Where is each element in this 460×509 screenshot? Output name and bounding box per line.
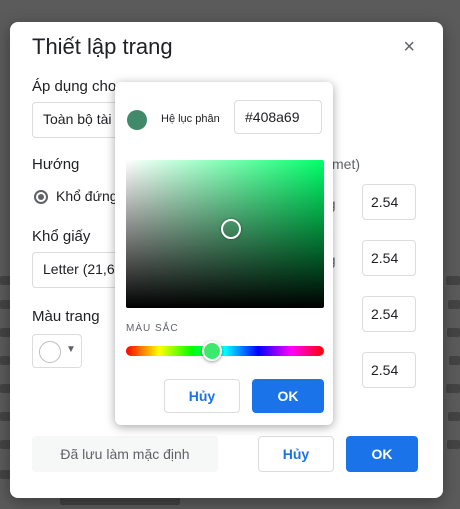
page-color-button[interactable]: ▼ [32, 334, 82, 368]
set-as-default-button[interactable]: Đã lưu làm mặc định [32, 436, 218, 472]
dialog-title: Thiết lập trang [32, 34, 173, 59]
page-color-swatch [39, 341, 61, 363]
portrait-radio-label: Khổ đứng [56, 188, 118, 204]
hue-slider[interactable] [126, 346, 324, 356]
margin-left-input[interactable]: 2.54 [362, 296, 416, 332]
page-color-label: Màu trang [32, 308, 100, 325]
color-picker-popup: Hệ lục phân #408a69 MÀU SẮC Hủy OK [115, 82, 333, 425]
margin-bottom-input[interactable]: 2.54 [362, 240, 416, 276]
hex-input[interactable]: #408a69 [234, 100, 322, 134]
hue-slider-handle[interactable] [202, 341, 222, 361]
selected-color-swatch [127, 110, 147, 130]
doc-text-line [446, 384, 460, 393]
hex-label: Hệ lục phân [161, 113, 220, 125]
doc-text-line [0, 356, 10, 365]
doc-text-line [447, 440, 460, 449]
doc-text-line [449, 356, 460, 365]
orientation-label: Hướng [32, 156, 80, 173]
paper-size-label: Khổ giấy [32, 228, 91, 245]
color-section-label: MÀU SẮC [126, 323, 179, 334]
ok-button[interactable]: OK [346, 436, 418, 472]
close-icon[interactable]: × [403, 36, 415, 59]
doc-text-line [446, 276, 460, 285]
portrait-radio[interactable] [34, 190, 48, 204]
picker-ok-button[interactable]: OK [252, 379, 324, 413]
chevron-down-icon: ▼ [66, 344, 76, 355]
doc-text-line [447, 328, 460, 337]
margin-top-input[interactable]: 2.54 [362, 184, 416, 220]
saturation-handle[interactable] [221, 219, 241, 239]
cancel-button[interactable]: Hủy [258, 436, 334, 472]
margin-right-input[interactable]: 2.54 [362, 352, 416, 388]
doc-text-line [448, 412, 460, 421]
doc-text-line [448, 300, 460, 309]
picker-cancel-button[interactable]: Hủy [164, 379, 240, 413]
apply-to-label: Áp dụng cho [32, 78, 117, 95]
